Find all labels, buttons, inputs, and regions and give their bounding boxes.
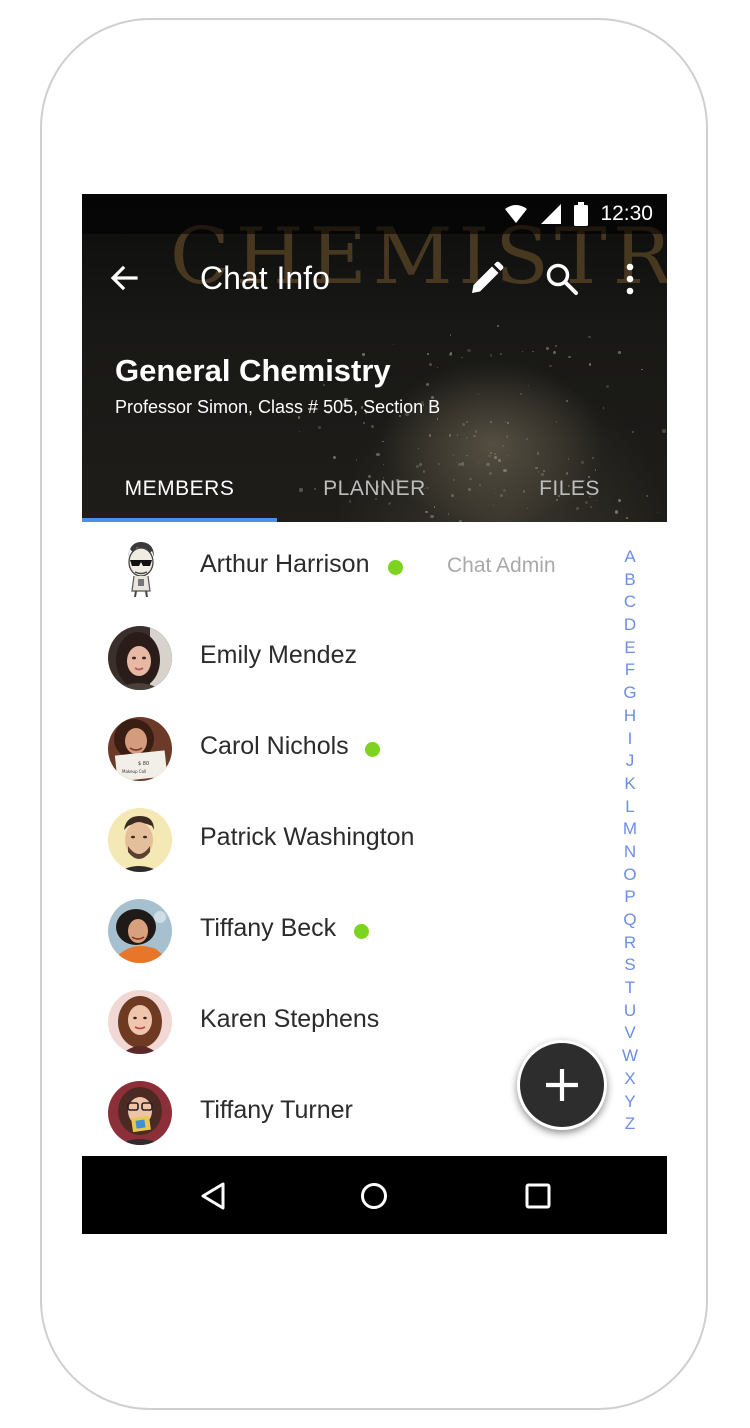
tab-bar: MEMBERS PLANNER FILES <box>82 456 667 522</box>
avatar <box>108 535 172 599</box>
index-letter[interactable]: W <box>618 1045 642 1068</box>
member-row[interactable]: Patrick Washington <box>82 795 612 886</box>
member-row[interactable]: Arthur Harrison Chat Admin <box>82 522 612 613</box>
wifi-icon <box>505 205 528 223</box>
avatar <box>108 808 172 872</box>
status-time: 12:30 <box>600 202 653 225</box>
svg-text:$ 80: $ 80 <box>138 761 149 767</box>
index-letter[interactable]: T <box>618 977 642 1000</box>
avatar <box>108 990 172 1054</box>
online-status-dot <box>388 560 403 575</box>
member-name: Carol Nichols <box>200 732 349 760</box>
index-letter[interactable]: A <box>618 546 642 569</box>
index-letter[interactable]: Z <box>618 1113 642 1136</box>
index-letter[interactable]: R <box>618 932 642 955</box>
status-bar: 12:30 <box>82 194 667 234</box>
index-letter[interactable]: F <box>618 659 642 682</box>
nav-home-button[interactable] <box>354 1176 394 1216</box>
index-letter[interactable]: V <box>618 1022 642 1045</box>
member-name: Karen Stephens <box>200 1005 380 1033</box>
index-letter[interactable]: X <box>618 1068 642 1091</box>
index-letter[interactable]: U <box>618 1000 642 1023</box>
member-name: Emily Mendez <box>200 641 357 669</box>
tab-members[interactable]: MEMBERS <box>82 456 277 522</box>
online-status-dot <box>365 742 380 757</box>
page-title: Chat Info <box>200 260 330 296</box>
alphabet-index: ABCDEFGHIJKLMNOPQRSTUVWXYZ <box>618 546 642 1136</box>
member-name: Patrick Washington <box>200 823 415 851</box>
index-letter[interactable]: K <box>618 773 642 796</box>
member-row[interactable]: Tiffany Beck <box>82 886 612 977</box>
edit-button[interactable] <box>468 261 504 297</box>
avatar: $ 80 Makeup Coll <box>108 717 172 781</box>
group-subtitle: Professor Simon, Class # 505, Section B <box>115 397 441 417</box>
svg-text:Makeup Coll: Makeup Coll <box>122 769 146 774</box>
search-icon <box>546 263 578 295</box>
search-button[interactable] <box>544 261 580 297</box>
nav-recents-icon <box>525 1183 551 1209</box>
nav-recents-button[interactable] <box>518 1176 558 1216</box>
index-letter[interactable]: Y <box>618 1091 642 1114</box>
index-letter[interactable]: P <box>618 886 642 909</box>
index-letter[interactable]: E <box>618 637 642 660</box>
more-options-button[interactable] <box>618 261 642 297</box>
cellular-signal-icon <box>541 204 562 224</box>
more-vert-icon <box>626 263 634 295</box>
tab-planner[interactable]: PLANNER <box>277 456 472 522</box>
index-letter[interactable]: L <box>618 796 642 819</box>
app-bar: Chat Info <box>82 234 667 324</box>
add-member-button[interactable] <box>517 1040 607 1130</box>
online-status-dot <box>354 924 369 939</box>
index-letter[interactable]: N <box>618 841 642 864</box>
member-name: Tiffany Turner <box>200 1096 353 1124</box>
avatar <box>108 1081 172 1145</box>
battery-icon <box>574 202 589 226</box>
tab-planner-label: PLANNER <box>323 477 426 500</box>
member-row[interactable]: Emily Mendez <box>82 613 612 704</box>
nav-back-icon <box>201 1182 225 1210</box>
app-screen: C H E M I STR Y 12:30 <box>82 194 667 1234</box>
pencil-icon <box>472 261 504 293</box>
index-letter[interactable]: B <box>618 569 642 592</box>
nav-back-button[interactable] <box>194 1176 234 1216</box>
back-button[interactable] <box>108 262 148 298</box>
index-letter[interactable]: I <box>618 728 642 751</box>
index-letter[interactable]: S <box>618 954 642 977</box>
avatar <box>108 899 172 963</box>
avatar <box>108 626 172 690</box>
member-name: Arthur Harrison <box>200 550 370 578</box>
nav-home-icon <box>361 1183 387 1209</box>
index-letter[interactable]: M <box>618 818 642 841</box>
system-nav-bar <box>82 1156 667 1234</box>
index-letter[interactable]: O <box>618 864 642 887</box>
member-row[interactable]: $ 80 Makeup Coll Carol Nichols <box>82 704 612 795</box>
plus-icon <box>546 1069 578 1101</box>
tab-files[interactable]: FILES <box>472 456 667 522</box>
member-role: Chat Admin <box>447 554 556 577</box>
index-letter[interactable]: H <box>618 705 642 728</box>
group-name: General Chemistry <box>115 353 391 388</box>
index-letter[interactable]: J <box>618 750 642 773</box>
index-letter[interactable]: C <box>618 591 642 614</box>
arrow-back-icon <box>110 265 138 291</box>
index-letter[interactable]: G <box>618 682 642 705</box>
tab-members-label: MEMBERS <box>124 477 235 500</box>
group-header: CHEMISTRY 12:30 <box>82 194 667 522</box>
index-letter[interactable]: D <box>618 614 642 637</box>
tab-files-label: FILES <box>539 477 600 500</box>
index-letter[interactable]: Q <box>618 909 642 932</box>
member-name: Tiffany Beck <box>200 914 337 942</box>
